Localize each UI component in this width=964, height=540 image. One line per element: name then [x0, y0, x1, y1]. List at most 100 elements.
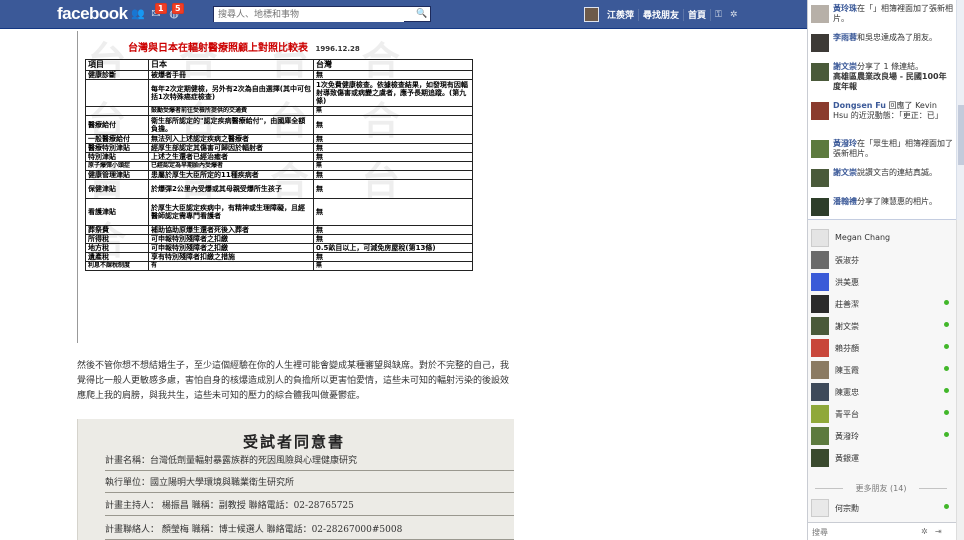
ticker-name[interactable]: 黃潑玲 — [833, 139, 857, 148]
search-input[interactable] — [214, 8, 404, 22]
more-friends-divider[interactable]: 更多朋友 (14) — [811, 483, 951, 493]
consent-form-text: 計畫名稱：台灣低劑量輻射暴露族群的死因風險與心理健康研究 — [105, 456, 358, 466]
chat-friend[interactable]: 陳憲忠 — [811, 382, 951, 402]
chat-friend-name: 黃潑玲 — [835, 432, 859, 441]
consent-form-row: 計畫聯絡人： 顏瑩梅 職稱：博士候選人 聯絡電話：02-28267000#500… — [105, 520, 514, 540]
table-cell: 於爆彈2公里內受爆或其母親受爆所生孩子 — [148, 179, 314, 199]
chat-avatar — [811, 339, 829, 357]
ticker-text: 謝文崇分享了 1 條連結。 高雄區農業改良場 - 民國100年度年報 — [833, 62, 953, 92]
table-cell: 0.5畝目以上，可減免房屋稅(第13條) — [313, 243, 473, 253]
chat-friend[interactable]: 張淑芬 — [811, 250, 951, 270]
table-cell: 醫療給付 — [85, 115, 149, 135]
online-indicator — [944, 366, 949, 371]
chat-friend[interactable]: 青平台 — [811, 404, 951, 424]
chat-friend-name: 莊善潔 — [835, 300, 859, 309]
ticker-text: Dongsen Fu 回應了 Kevin Hsu 的近況動態：「更正：已」 — [833, 101, 953, 121]
chat-avatar — [811, 499, 829, 517]
friend-requests-icon[interactable]: 👥 — [131, 7, 145, 20]
ticker-avatar — [811, 34, 829, 52]
ticker-avatar — [811, 140, 829, 158]
chat-friend[interactable]: 何宗勳 — [811, 498, 951, 518]
table-cell: 無 — [313, 161, 473, 171]
ticker-name[interactable]: 謝文崇 — [833, 62, 857, 71]
ticker-scroll-thumb[interactable] — [958, 105, 964, 165]
find-friends-link[interactable]: 尋找朋友 — [639, 8, 683, 21]
chat-friend-name: 陳憲忠 — [835, 388, 859, 397]
ticker-avatar — [811, 5, 829, 23]
chat-avatar — [811, 273, 829, 291]
chat-popout-icon[interactable]: ⇥ — [935, 527, 942, 536]
ticker-avatar — [811, 198, 829, 216]
chat-friend[interactable]: 莊善潔 — [811, 294, 951, 314]
table-cell: 上述之生還者已經治癒者 — [148, 152, 314, 162]
chat-friend-name: 洪美惠 — [835, 278, 859, 287]
consent-form-text: 計畫主持人： 楊振昌 職稱：副教授 聯絡電話：02-28765725 — [105, 501, 354, 511]
table-row: 健康管理津貼 患屬於厚生大臣所定的11種疾病者無 — [85, 170, 473, 180]
chat-friend[interactable]: 洪美惠 — [811, 272, 951, 292]
table-row: 每年2次定期健檢，另外有2次為自由選擇(其中可包括1次特殊癌症檢查) 1次免費健康… — [85, 79, 473, 107]
profile-link[interactable]: 江羨萍 — [603, 8, 638, 21]
table-row: 看護津貼 於厚生大臣認定疾病中，有精神或生理障礙，且經醫師認定需專門看護者無 — [85, 198, 473, 226]
table-cell: 可申報特別殘障者之扣繳 — [148, 243, 314, 253]
ticker-scrollbar[interactable] — [956, 0, 964, 220]
table-row: 醫療給付 衛生部所認定的"認定疾病醫療給付"，由國庫全額負擔。無 — [85, 115, 473, 135]
ticker-link[interactable]: 高雄區農業改良場 - 民國100年度年報 — [833, 72, 947, 91]
consent-form-row: 計畫主持人： 楊振昌 職稱：副教授 聯絡電話：02-28765725 — [105, 496, 514, 516]
table-cell: 所得稅 — [85, 234, 149, 244]
table-cell: 無 — [313, 152, 473, 162]
ticker-action: 和吳忠達成為了朋友。 — [857, 33, 937, 42]
chat-avatar — [811, 405, 829, 423]
table-cell: 無 — [313, 134, 473, 144]
page-scrollbar[interactable] — [956, 220, 964, 540]
ticker-name[interactable]: 李雨蓉 — [833, 33, 857, 42]
home-link[interactable]: 首頁 — [684, 8, 710, 21]
chat-avatar — [811, 361, 829, 379]
chat-friend[interactable]: 黃潑玲 — [811, 426, 951, 446]
table-cell: 原子爆彈小頭症 — [85, 161, 149, 171]
chat-search-input[interactable]: 搜尋 — [812, 527, 828, 538]
ticker-text: 潘翰禮分享了陳慧惠的相片。 — [833, 197, 953, 207]
consent-form-text: 計畫聯絡人： 顏瑩梅 職稱：博士候選人 聯絡電話：02-28267000#500… — [105, 525, 403, 535]
ticker-action: 分享了陳慧惠的相片。 — [857, 197, 937, 206]
comparison-table: 項目 日本 台灣 健康診斷 被爆者手冊無 每年2次定期健檢，另外有2次為自由選擇(… — [85, 59, 473, 271]
consent-form-photo[interactable]: 受試者同意書 計畫名稱：台灣低劑量輻射暴露族群的死因風險與心理健康研究 執行單位… — [77, 419, 514, 540]
ticker-name[interactable]: 潘翰禮 — [833, 197, 857, 206]
table-cell: 鼓勵受爆者前往受檢所提供的交通費 — [148, 106, 314, 116]
table-cell: 健康管理津貼 — [85, 170, 149, 180]
activity-ticker: 黃玲珠在「」相簿裡面加了張新相片。 李雨蓉和吳忠達成為了朋友。 謝文崇分享了 1… — [808, 0, 956, 220]
chat-search-bar: 搜尋 ✲ ⇥ — [808, 522, 956, 540]
facebook-logo[interactable]: facebook — [57, 4, 128, 24]
table-cell: 享有特別殘障者扣繳之措施 — [148, 252, 314, 262]
ticker-text: 黃玲珠在「」相簿裡面加了張新相片。 — [833, 4, 953, 24]
top-nav: 江羨萍 尋找朋友 首頁 ⚿ ✲ — [584, 6, 741, 23]
column-header: 項目 — [85, 59, 149, 71]
table-header-row: 項目 日本 台灣 — [85, 59, 473, 71]
ticker-text: 謝文崇說讚文吉的連結真誠。 — [833, 168, 953, 178]
table-cell: 被爆者手冊 — [148, 70, 314, 80]
ticker-name[interactable]: 黃玲珠 — [833, 4, 857, 13]
privacy-shortcuts-icon[interactable]: ⚿ — [711, 10, 726, 20]
chat-options-icon[interactable]: ✲ — [921, 527, 928, 536]
chat-friend[interactable]: 黃銀運 — [811, 448, 951, 468]
document-date: 1996.12.28 — [315, 45, 360, 53]
table-cell: 醫療特別津貼 — [85, 143, 149, 153]
table-cell: 無 — [313, 225, 473, 235]
table-cell: 無 — [313, 252, 473, 262]
settings-gear-icon[interactable]: ✲ — [726, 10, 742, 20]
chat-friend-name: 陳玉霞 — [835, 366, 859, 375]
user-avatar[interactable] — [584, 7, 599, 22]
ticker-avatar — [811, 169, 829, 187]
chat-avatar — [811, 295, 829, 313]
ticker-name[interactable]: 謝文崇 — [833, 168, 857, 177]
chat-friend-name: 謝文崇 — [835, 322, 859, 331]
table-cell: 無 — [313, 106, 473, 116]
chat-friend[interactable]: Megan Chang — [811, 228, 951, 248]
table-row: 所得稅 可申報特別殘障者之扣繳無 — [85, 234, 473, 244]
chat-friend[interactable]: 陳玉霞 — [811, 360, 951, 380]
search-icon[interactable]: 🔍 — [414, 7, 430, 21]
table-cell: 保健津貼 — [85, 179, 149, 199]
chat-avatar — [811, 317, 829, 335]
ticker-name[interactable]: Dongsen Fu — [833, 101, 886, 110]
chat-friend[interactable]: 謝文崇 — [811, 316, 951, 336]
chat-friend[interactable]: 賴芬顏 — [811, 338, 951, 358]
